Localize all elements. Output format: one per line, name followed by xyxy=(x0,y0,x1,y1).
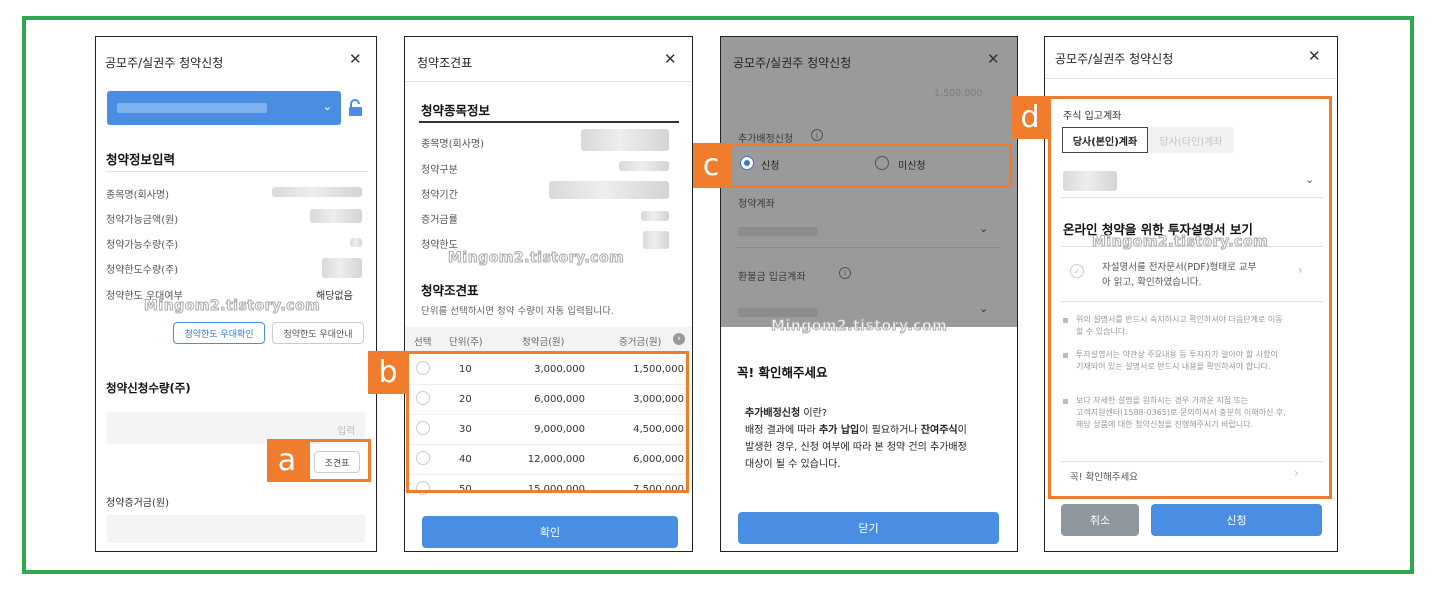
info-value xyxy=(272,187,362,197)
info-label: 청약기간 xyxy=(421,190,458,201)
apply-button[interactable]: 신청 xyxy=(1151,504,1322,536)
chevron-right-icon[interactable]: › xyxy=(673,333,685,345)
highlight-box-b xyxy=(406,351,689,493)
refund-value xyxy=(738,308,818,317)
dialog-line: 대상이 될 수 있습니다. xyxy=(745,459,841,470)
tag-c: c xyxy=(693,143,729,188)
highlight-box-c xyxy=(729,143,1012,188)
dialog-title: 꼭! 확인해주세요 xyxy=(737,365,828,380)
amount-display: 1,500,000 xyxy=(934,88,983,99)
panel-title: 공모주/실권주 청약신청 xyxy=(733,56,852,70)
cancel-button[interactable]: 취소 xyxy=(1061,504,1139,536)
info-value xyxy=(581,129,669,151)
info-value xyxy=(350,238,362,247)
panel-title: 공모주/실권주 청약신청 xyxy=(1055,52,1174,66)
watermark: Mingom2.tistory.com xyxy=(143,298,321,315)
info-label: 종목명(회사명) xyxy=(421,139,485,150)
info-value xyxy=(643,231,669,249)
chevron-down-icon[interactable]: ⌄ xyxy=(979,222,988,235)
chevron-down-icon[interactable]: ⌄ xyxy=(979,302,988,315)
limit-guide-button[interactable]: 청약한도 우대안내 xyxy=(272,322,364,344)
info-value: 해당없음 xyxy=(316,291,353,302)
panel-title: 청약조견표 xyxy=(417,56,473,70)
refund-label: 환불금 입금계좌 xyxy=(738,272,806,283)
info-label: 청약구분 xyxy=(421,165,458,176)
deposit-label: 청약증거금(원) xyxy=(106,498,170,509)
close-icon[interactable]: ✕ xyxy=(664,50,677,68)
unlock-icon[interactable] xyxy=(347,99,364,117)
close-dialog-button[interactable]: 닫기 xyxy=(738,512,999,544)
section-title: 청약조견표 xyxy=(421,283,479,298)
info-label: 종목명(회사명) xyxy=(106,190,170,201)
info-label: 청약한도 xyxy=(421,240,458,251)
column-header: 증거금(원) xyxy=(619,337,662,348)
account-label: 청약계좌 xyxy=(738,199,775,210)
watermark: Mingom2.tistory.com xyxy=(770,318,948,335)
qty-title: 청약신청수량(주) xyxy=(106,381,191,395)
info-value xyxy=(549,181,669,199)
close-icon[interactable]: ✕ xyxy=(349,50,362,68)
watermark: Mingom2.tistory.com xyxy=(447,250,625,267)
panel-title: 공모주/실권주 청약신청 xyxy=(105,56,224,70)
section-title: 청약정보입력 xyxy=(106,152,176,167)
deposit-field xyxy=(107,515,365,543)
column-header: 단위(주) xyxy=(449,337,483,348)
info-value xyxy=(310,209,362,223)
confirm-button[interactable]: 확인 xyxy=(422,516,678,548)
info-value xyxy=(322,258,362,278)
extra-allocation-panel: 공모주/실권주 청약신청 ✕ 1,500,000 추가배정신청 i 신청 미신청… xyxy=(720,36,1018,552)
column-header: 청약금(원) xyxy=(522,337,565,348)
info-icon[interactable]: i xyxy=(811,129,823,141)
info-label: 증거금률 xyxy=(421,215,458,226)
account-value xyxy=(738,227,818,236)
info-label: 청약가능수량(주) xyxy=(106,240,179,251)
dialog-line: 배정 결과에 따라 추가 납입이 필요하거나 잔여주식이 xyxy=(745,425,967,436)
table-header: 선택 단위(주) 청약금(원) 증거금(원) › xyxy=(405,327,692,351)
chevron-down-icon: ⌄ xyxy=(322,100,332,113)
info-value xyxy=(641,211,669,221)
info-label: 청약가능금액(원) xyxy=(106,215,179,226)
dialog-line: 발생한 경우, 신청 여부에 따라 본 청약 건의 추가배정 xyxy=(745,442,967,453)
info-value xyxy=(619,161,669,171)
limit-check-button[interactable]: 청약한도 우대확인 xyxy=(173,322,265,344)
close-icon[interactable]: ✕ xyxy=(1308,47,1321,65)
tag-b: b xyxy=(368,351,408,394)
close-icon[interactable]: ✕ xyxy=(987,50,1000,68)
tag-a: a xyxy=(267,439,307,482)
info-label: 청약한도수량(주) xyxy=(106,265,179,276)
tag-d: d xyxy=(1012,96,1048,139)
section-title: 청약종목정보 xyxy=(421,103,491,118)
table-hint: 단위를 선택하시면 청약 수량이 자동 입력됩니다. xyxy=(421,306,614,317)
highlight-box-d xyxy=(1048,96,1332,499)
highlight-box-a xyxy=(307,439,371,482)
notice-dialog: 꼭! 확인해주세요 추가배정신청 이란? 배정 결과에 따라 추가 납입이 필요… xyxy=(721,327,1017,551)
dialog-line: 추가배정신청 이란? xyxy=(745,408,828,419)
info-icon[interactable]: i xyxy=(839,267,851,279)
account-select[interactable]: ⌄ xyxy=(107,91,341,125)
column-header: 선택 xyxy=(414,337,432,348)
